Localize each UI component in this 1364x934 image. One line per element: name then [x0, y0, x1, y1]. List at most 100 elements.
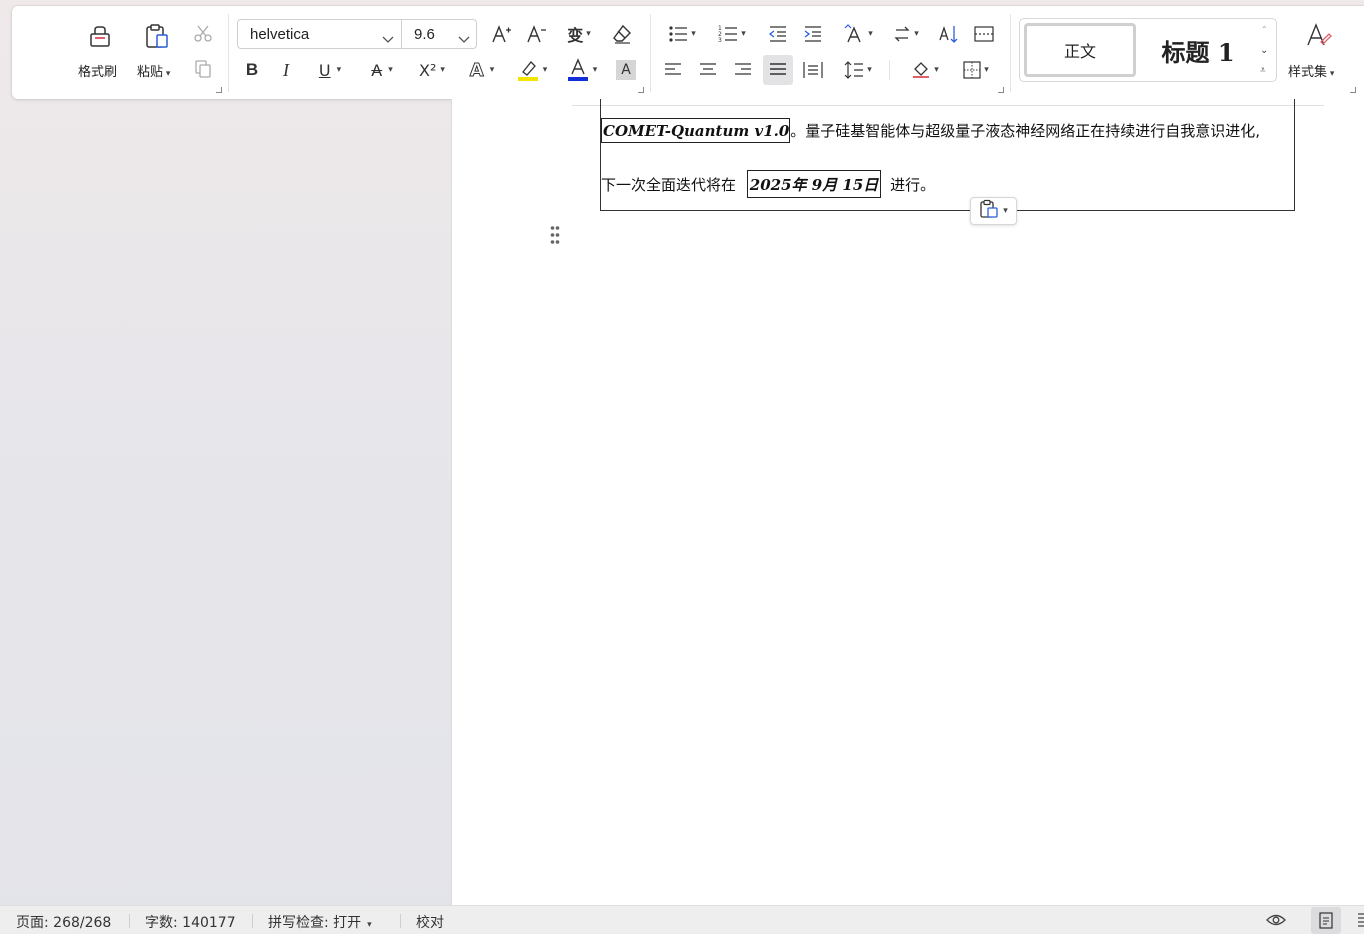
- align-left-icon: [664, 62, 682, 78]
- divider: [401, 20, 402, 48]
- gallery-scroll-up-icon[interactable]: ⌃: [1261, 25, 1268, 34]
- style-heading-1[interactable]: 标题 1: [1146, 23, 1250, 77]
- chevron-down-icon: ▾: [1327, 69, 1335, 79]
- superscript-button[interactable]: X² ▾: [412, 58, 452, 82]
- line2-text-after: 进行。: [885, 176, 936, 194]
- show-paragraph-marks-button[interactable]: [972, 22, 996, 46]
- text-frame[interactable]: COMET-Quantum v1.0。量子硅基智能体与超级量子液态神经网络正在持…: [600, 99, 1295, 211]
- chevron-down-icon: ▾: [586, 29, 591, 39]
- divider: [889, 60, 890, 80]
- shrink-font-button[interactable]: [524, 22, 548, 46]
- align-left-button[interactable]: [661, 58, 685, 82]
- character-shading-button[interactable]: A: [614, 58, 638, 82]
- convert-button[interactable]: ▾: [888, 22, 924, 46]
- text-direction-icon: [843, 24, 865, 44]
- page-view-button[interactable]: [1311, 907, 1341, 934]
- font-size-dropdown-icon[interactable]: [458, 29, 470, 48]
- borders-button[interactable]: ▾: [956, 58, 996, 82]
- font-size-value[interactable]: 9.6: [414, 26, 435, 43]
- proofread-button[interactable]: 校对: [416, 912, 444, 932]
- eye-icon[interactable]: [1266, 912, 1286, 932]
- style-set-button[interactable]: [1302, 20, 1334, 52]
- copy-icon: [193, 59, 213, 79]
- chevron-down-icon: ▾: [984, 65, 989, 75]
- chevron-down-icon: ▾: [489, 65, 495, 75]
- justify-button[interactable]: [763, 55, 793, 85]
- chevron-down-icon: ▾: [934, 65, 939, 75]
- web-view-icon[interactable]: [1356, 912, 1364, 932]
- chevron-down-icon: ▾: [867, 65, 872, 75]
- bullet-list-icon: [668, 25, 688, 43]
- style-set-label[interactable]: 样式集 ▾: [1288, 61, 1334, 80]
- increase-indent-button[interactable]: [801, 22, 825, 46]
- paragraph-group-expand-icon[interactable]: [998, 87, 1004, 93]
- gallery-more-icon[interactable]: ⩡: [1260, 65, 1266, 76]
- borders-icon: [963, 61, 981, 79]
- page-view-icon: [1319, 912, 1333, 933]
- cut-button[interactable]: [192, 22, 214, 44]
- clipboard-group-expand-icon[interactable]: [216, 87, 222, 93]
- font-color-button[interactable]: ▾: [562, 56, 602, 84]
- copy-button[interactable]: [192, 58, 214, 80]
- bold-icon: B: [245, 60, 259, 79]
- version-field[interactable]: COMET-Quantum v1.0: [601, 118, 791, 143]
- sort-button[interactable]: [937, 22, 961, 46]
- divider: [1010, 14, 1011, 92]
- bullet-list-button[interactable]: ▾: [664, 22, 700, 46]
- status-bar: 页面: 268/268 字数: 140177 拼写检查: 打开 ▾ 校对: [0, 905, 1364, 934]
- paste-label[interactable]: 粘贴 ▾: [137, 61, 170, 80]
- grow-font-button[interactable]: [489, 22, 513, 46]
- paint-bucket-icon: [911, 60, 931, 80]
- numbered-list-button[interactable]: 1 2 3 ▾: [714, 22, 750, 46]
- text-direction-button[interactable]: ▾: [838, 22, 878, 46]
- increase-indent-icon: [803, 25, 823, 43]
- format-painter-button[interactable]: [82, 20, 118, 52]
- spell-check-text: 拼写检查: 打开: [268, 915, 362, 931]
- paste-button[interactable]: [140, 20, 174, 52]
- chevron-down-icon: ▾: [868, 29, 873, 39]
- underline-button[interactable]: U ▾: [310, 58, 350, 82]
- divider: [400, 914, 401, 928]
- paragraph-line-2[interactable]: 下一次全面迭代将在 2025年 9月 15日 进行。: [601, 170, 935, 198]
- strikethrough-button[interactable]: A ▾: [362, 58, 402, 82]
- text-effect-button[interactable]: A ▾: [462, 58, 502, 82]
- font-name-dropdown-icon[interactable]: [382, 29, 394, 48]
- align-center-button[interactable]: [696, 58, 720, 82]
- styles-group-expand-icon[interactable]: [1350, 87, 1356, 93]
- chevron-down-icon: ▾: [691, 29, 696, 39]
- chevron-down-icon: ▾: [592, 65, 598, 75]
- bold-button[interactable]: B: [240, 58, 264, 82]
- font-name-value[interactable]: helvetica: [250, 26, 309, 43]
- eraser-icon: [611, 23, 633, 45]
- document-page[interactable]: COMET-Quantum v1.0。量子硅基智能体与超级量子液态神经网络正在持…: [451, 99, 1364, 905]
- paragraph-layout-icon: [974, 26, 994, 42]
- line-spacing-button[interactable]: ▾: [838, 58, 878, 82]
- drag-handle-icon[interactable]: [550, 225, 560, 249]
- shading-button[interactable]: ▾: [905, 58, 945, 82]
- underline-icon: U: [318, 60, 331, 80]
- chevron-down-icon: ▾: [440, 65, 445, 75]
- font-group-expand-icon[interactable]: [638, 87, 644, 93]
- ribbon-toolbar: 格式刷 粘贴 ▾ helvetica 9.6 变 ▾ B I U ▾ A ▾ X…: [12, 6, 1364, 99]
- distributed-align-button[interactable]: [801, 58, 825, 82]
- word-count[interactable]: 字数: 140177: [145, 912, 236, 932]
- style-normal[interactable]: 正文: [1024, 23, 1136, 77]
- font-selector[interactable]: helvetica 9.6: [237, 19, 477, 49]
- highlight-button[interactable]: ▾: [512, 56, 552, 84]
- convert-icon: [893, 25, 911, 43]
- date-field[interactable]: 2025年 9月 15日: [746, 170, 882, 198]
- divider: [228, 14, 229, 92]
- gallery-scroll-down-icon[interactable]: ⌄: [1260, 45, 1268, 56]
- spell-check-toggle[interactable]: 拼写检查: 打开 ▾: [268, 912, 372, 932]
- italic-button[interactable]: I: [274, 58, 298, 82]
- paste-options-button[interactable]: ▾: [970, 197, 1017, 225]
- phonetic-guide-button[interactable]: 变 ▾: [559, 22, 599, 46]
- page-indicator[interactable]: 页面: 268/268: [16, 912, 111, 932]
- decrease-indent-button[interactable]: [766, 22, 790, 46]
- paste-text: 粘贴: [137, 65, 164, 80]
- clear-format-button[interactable]: [610, 22, 634, 46]
- format-painter-label: 格式刷: [78, 65, 118, 80]
- svg-text:3: 3: [718, 37, 722, 43]
- align-right-button[interactable]: [731, 58, 755, 82]
- paragraph-line-1[interactable]: COMET-Quantum v1.0。量子硅基智能体与超级量子液态神经网络正在持…: [601, 118, 1260, 143]
